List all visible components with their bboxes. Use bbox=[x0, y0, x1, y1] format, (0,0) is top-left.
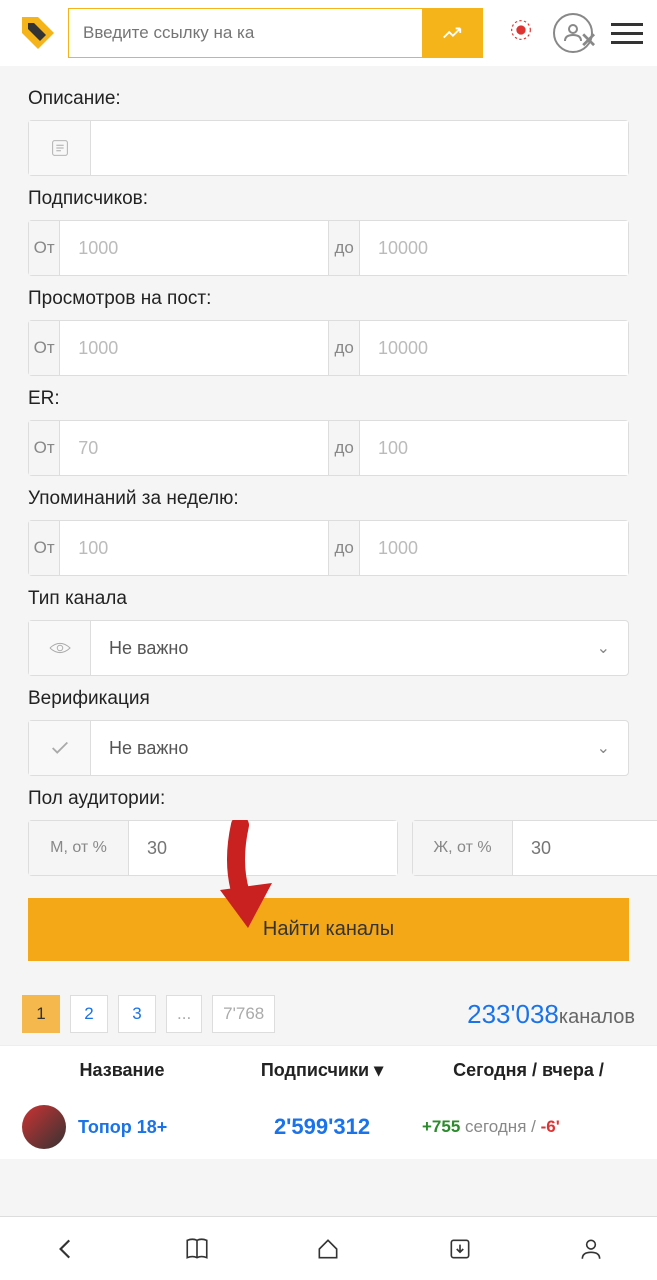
channels-count: 233'038каналов bbox=[467, 999, 635, 1030]
to-label: до bbox=[328, 221, 360, 275]
views-range: От до bbox=[28, 320, 629, 376]
header: ✕ bbox=[0, 0, 657, 66]
gender-row: М, от % Ж, от % bbox=[28, 820, 629, 876]
th-today[interactable]: Сегодня / вчера / bbox=[422, 1060, 635, 1081]
chevron-down-icon: ⌄ bbox=[579, 738, 628, 758]
subscribers-label: Подписчиков: bbox=[28, 188, 629, 210]
er-range: От до bbox=[28, 420, 629, 476]
page-dots: ... bbox=[166, 995, 202, 1033]
arrow-annotation bbox=[200, 820, 290, 940]
description-field bbox=[28, 120, 629, 176]
pagination: 1 2 3 ... 7'768 233'038каналов bbox=[0, 971, 657, 1045]
channel-name[interactable]: Топор 18+ bbox=[78, 1117, 222, 1138]
mentions-label: Упоминаний за неделю: bbox=[28, 488, 629, 510]
search-input[interactable] bbox=[69, 9, 422, 57]
mentions-range: От до bbox=[28, 520, 629, 576]
chevron-down-icon: ⌄ bbox=[579, 638, 628, 658]
home-icon[interactable] bbox=[315, 1236, 341, 1262]
verification-label: Верификация bbox=[28, 688, 629, 710]
views-label: Просмотров на пост: bbox=[28, 288, 629, 310]
channel-type-select[interactable]: Не важно ⌄ bbox=[28, 620, 629, 676]
description-input[interactable] bbox=[91, 121, 628, 175]
search-button[interactable] bbox=[422, 9, 482, 57]
channel-type-value: Не важно bbox=[91, 638, 579, 659]
from-label: От bbox=[29, 221, 60, 275]
from-label: От bbox=[29, 421, 60, 475]
mentions-to-input[interactable] bbox=[360, 521, 628, 575]
from-label: От bbox=[29, 521, 60, 575]
from-label: От bbox=[29, 321, 60, 375]
page-1[interactable]: 1 bbox=[22, 995, 60, 1033]
close-icon: ✕ bbox=[580, 28, 597, 53]
list-icon bbox=[29, 121, 91, 175]
description-label: Описание: bbox=[28, 88, 629, 110]
th-subscribers[interactable]: Подписчики ▾ bbox=[222, 1060, 422, 1081]
female-input[interactable] bbox=[513, 821, 657, 875]
to-label: до bbox=[328, 321, 360, 375]
download-icon[interactable] bbox=[447, 1236, 473, 1262]
er-from-input[interactable] bbox=[60, 421, 328, 475]
avatar[interactable]: ✕ bbox=[553, 13, 593, 53]
to-label: до bbox=[328, 521, 360, 575]
count-number: 233'038 bbox=[467, 999, 559, 1029]
logo[interactable] bbox=[14, 9, 62, 57]
header-actions: ✕ bbox=[507, 13, 643, 53]
search-bar bbox=[68, 8, 483, 58]
subscribers-to-input[interactable] bbox=[360, 221, 628, 275]
verification-select[interactable]: Не важно ⌄ bbox=[28, 720, 629, 776]
views-from-input[interactable] bbox=[60, 321, 328, 375]
gender-female-group: Ж, от % bbox=[412, 820, 657, 876]
channel-type-label: Тип канала bbox=[28, 588, 629, 610]
back-icon[interactable] bbox=[53, 1236, 79, 1262]
page-3[interactable]: 3 bbox=[118, 995, 156, 1033]
channel-avatar bbox=[22, 1105, 66, 1149]
table-row[interactable]: Топор 18+ 2'599'312 +755 сегодня / -6' bbox=[0, 1095, 657, 1159]
channel-today: +755 сегодня / -6' bbox=[422, 1117, 635, 1137]
book-icon[interactable] bbox=[184, 1236, 210, 1262]
verification-value: Не важно bbox=[91, 738, 579, 759]
page-2[interactable]: 2 bbox=[70, 995, 108, 1033]
find-channels-button[interactable]: Найти каналы bbox=[28, 898, 629, 961]
to-label: до bbox=[328, 421, 360, 475]
th-name[interactable]: Название bbox=[22, 1060, 222, 1081]
table-header: Название Подписчики ▾ Сегодня / вчера / bbox=[0, 1045, 657, 1095]
bug-icon[interactable] bbox=[507, 16, 535, 50]
page-last[interactable]: 7'768 bbox=[212, 995, 275, 1033]
count-label: каналов bbox=[559, 1006, 635, 1028]
subscribers-from-input[interactable] bbox=[60, 221, 328, 275]
male-label: М, от % bbox=[29, 821, 129, 875]
mentions-from-input[interactable] bbox=[60, 521, 328, 575]
gender-label: Пол аудитории: bbox=[28, 788, 629, 810]
chart-up-icon bbox=[441, 22, 463, 44]
views-to-input[interactable] bbox=[360, 321, 628, 375]
bottom-nav bbox=[0, 1216, 657, 1280]
filter-form: Описание: Подписчиков: От до Просмотров … bbox=[0, 66, 657, 971]
subscribers-range: От до bbox=[28, 220, 629, 276]
profile-icon[interactable] bbox=[578, 1236, 604, 1262]
eye-icon bbox=[29, 621, 91, 675]
er-label: ER: bbox=[28, 388, 629, 410]
er-to-input[interactable] bbox=[360, 421, 628, 475]
female-label: Ж, от % bbox=[413, 821, 513, 875]
check-icon bbox=[29, 721, 91, 775]
channel-subs: 2'599'312 bbox=[222, 1114, 422, 1140]
menu-icon[interactable] bbox=[611, 23, 643, 44]
sort-down-icon: ▾ bbox=[374, 1060, 383, 1080]
